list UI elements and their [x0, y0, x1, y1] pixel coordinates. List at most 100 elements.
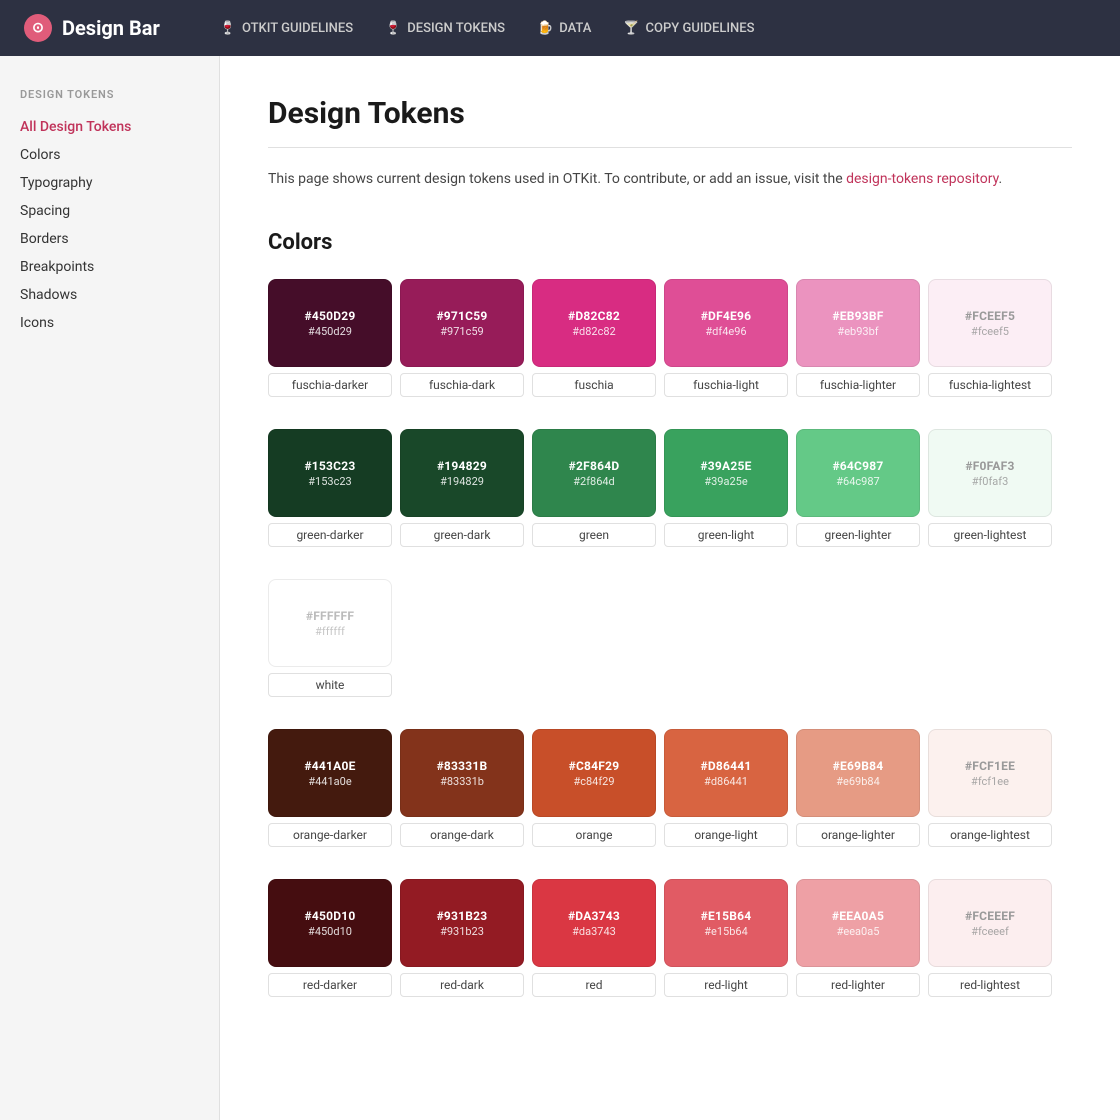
color-item-orange-lightest: #FCF1EE #fcf1ee orange-lightest: [928, 729, 1052, 847]
color-swatch-row-white: #FFFFFF#ffffffwhite: [268, 579, 1072, 697]
swatch-hex-lower-red-light: #e15b64: [704, 925, 748, 938]
nav-item-guidelines[interactable]: 🍷 OTKIT GUIDELINES: [208, 15, 365, 42]
swatch-hex-lower-fuschia-lightest: #fceef5: [971, 325, 1009, 338]
title-divider: [268, 147, 1072, 148]
color-label-orange-lighter: orange-lighter: [796, 823, 920, 847]
color-item-green-lighter: #64C987#64c987 green-lighter: [796, 429, 920, 547]
color-swatch-row-red: #450D10#450d10red-darker#931B23#931b23 re…: [268, 879, 1072, 997]
color-swatch-green-lighter: #64C987#64c987: [796, 429, 920, 517]
color-swatch-green: #2F864D#2f864d: [532, 429, 656, 517]
swatch-hex-upper-red: #DA3743: [568, 909, 620, 923]
color-swatch-green-darker: #153C23#153c23: [268, 429, 392, 517]
nav-item-data[interactable]: 🍺 DATA: [525, 15, 603, 42]
swatch-hex-lower-orange: #c84f29: [573, 775, 614, 788]
swatch-hex-upper-fuschia-lightest: #FCEEF5: [965, 309, 1015, 323]
color-item-fuschia-darker: #450D29#450d29fuschia-darker: [268, 279, 392, 397]
color-label-red-darker: red-darker: [268, 973, 392, 997]
swatch-hex-upper-green-light: #39A25E: [700, 459, 751, 473]
tokens-label: DESIGN TOKENS: [407, 21, 505, 36]
swatch-hex-upper-red-lighter: #EEA0A5: [832, 909, 884, 923]
color-item-orange-darker: #441A0E#441a0e orange-darker: [268, 729, 392, 847]
color-label-green-lightest: green-lightest: [928, 523, 1052, 547]
swatch-hex-lower-red-dark: #931b23: [440, 925, 484, 938]
color-label-red-lighter: red-lighter: [796, 973, 920, 997]
color-swatch-orange-darker: #441A0E#441a0e: [268, 729, 392, 817]
color-item-green-dark: #194829#194829green-dark: [400, 429, 524, 547]
layout: DESIGN TOKENS All Design Tokens Colors T…: [0, 56, 1120, 1120]
data-emoji: 🍺: [537, 21, 553, 36]
nav-item-copy[interactable]: 🍸 COPY GUIDELINES: [611, 15, 766, 42]
color-group-green: #153C23#153c23 green-darker #194829#194829…: [268, 429, 1072, 547]
color-swatch-green-lightest: #F0FAF3#f0faf3: [928, 429, 1052, 517]
tokens-emoji: 🍷: [385, 21, 401, 36]
swatch-hex-upper-green: #2F864D: [569, 459, 620, 473]
swatch-hex-upper-white: #FFFFFF: [306, 609, 354, 623]
color-item-white: #FFFFFF#ffffffwhite: [268, 579, 392, 697]
color-swatch-green-dark: #194829#194829: [400, 429, 524, 517]
color-label-fuschia-darker: fuschia-darker: [268, 373, 392, 397]
copy-label: COPY GUIDELINES: [646, 21, 755, 36]
swatch-hex-lower-red: #da3743: [572, 925, 616, 938]
color-label-green-lighter: green-lighter: [796, 523, 920, 547]
swatch-hex-lower-fuschia-lighter: #eb93bf: [837, 325, 878, 338]
color-label-orange-darker: orange-darker: [268, 823, 392, 847]
color-label-fuschia: fuschia: [532, 373, 656, 397]
swatch-hex-upper-red-light: #E15B64: [701, 909, 752, 923]
sidebar-item-all-tokens[interactable]: All Design Tokens: [20, 113, 199, 141]
color-swatch-red-lightest: #FCEEEF#fceeef: [928, 879, 1052, 967]
sidebar: DESIGN TOKENS All Design Tokens Colors T…: [0, 56, 220, 1120]
color-item-fuschia-light: #DF4E96#df4e96 fuschia-light: [664, 279, 788, 397]
color-swatch-red-light: #E15B64 #e15b64: [664, 879, 788, 967]
color-label-fuschia-dark: fuschia-dark: [400, 373, 524, 397]
swatch-hex-lower-orange-lightest: #fcf1ee: [971, 775, 1009, 788]
swatch-hex-upper-orange: #C84F29: [569, 759, 620, 773]
description-link[interactable]: design-tokens repository: [846, 171, 998, 187]
swatch-hex-lower-fuschia-darker: #450d29: [308, 325, 352, 338]
sidebar-item-shadows[interactable]: Shadows: [20, 281, 199, 309]
main-content: Design Tokens This page shows current de…: [220, 56, 1120, 1120]
color-item-red-lighter: #EEA0A5#eea0a5red-lighter: [796, 879, 920, 997]
color-label-fuschia-light: fuschia-light: [664, 373, 788, 397]
swatch-hex-upper-orange-dark: #83331B: [437, 759, 488, 773]
top-nav: ⊙ Design Bar 🍷 OTKIT GUIDELINES 🍷 DESIGN…: [0, 0, 1120, 56]
color-label-green-darker: green-darker: [268, 523, 392, 547]
color-swatch-red-dark: #931B23#931b23: [400, 879, 524, 967]
color-swatch-fuschia-light: #DF4E96#df4e96: [664, 279, 788, 367]
color-item-orange-dark: #83331B#83331borange-dark: [400, 729, 524, 847]
nav-item-tokens[interactable]: 🍷 DESIGN TOKENS: [373, 15, 517, 42]
swatch-hex-upper-orange-lightest: #FCF1EE: [965, 759, 1015, 773]
guidelines-label: OTKIT GUIDELINES: [242, 21, 353, 36]
color-item-red-light: #E15B64#e15b64red-light: [664, 879, 788, 997]
color-group-white: #FFFFFF#ffffffwhite: [268, 579, 1072, 697]
sidebar-item-breakpoints[interactable]: Breakpoints: [20, 253, 199, 281]
swatch-hex-upper-fuschia-dark: #971C59: [436, 309, 487, 323]
sidebar-item-borders[interactable]: Borders: [20, 225, 199, 253]
sidebar-item-icons[interactable]: Icons: [20, 309, 199, 337]
swatch-hex-upper-red-lightest: #FCEEEF: [965, 909, 1015, 923]
color-item-red-darker: #450D10#450d10red-darker: [268, 879, 392, 997]
color-swatch-red: #DA3743 #da3743: [532, 879, 656, 967]
color-item-green-lightest: #F0FAF3#f0faf3 green-lightest: [928, 429, 1052, 547]
color-label-red: red: [532, 973, 656, 997]
color-item-red-lightest: #FCEEEF#fceeefred-lightest: [928, 879, 1052, 997]
description-start: This page shows current design tokens us…: [268, 171, 846, 187]
color-swatch-orange-light: #D86441#d86441: [664, 729, 788, 817]
logo[interactable]: ⊙ Design Bar: [24, 14, 160, 42]
color-label-fuschia-lighter: fuschia-lighter: [796, 373, 920, 397]
page-description: This page shows current design tokens us…: [268, 168, 1072, 190]
color-group-fuschia: #450D29#450d29fuschia-darker#971C59#971c…: [268, 279, 1072, 397]
sidebar-item-spacing[interactable]: Spacing: [20, 197, 199, 225]
swatch-hex-upper-green-darker: #153C23: [304, 459, 355, 473]
color-label-white: white: [268, 673, 392, 697]
swatch-hex-upper-green-lighter: #64C987: [832, 459, 883, 473]
color-swatch-orange-lighter: #E69B84#e69b84: [796, 729, 920, 817]
color-item-fuschia-lightest: #FCEEF5#fceef5fuschia-lightest: [928, 279, 1052, 397]
swatch-hex-upper-fuschia-light: #DF4E96: [701, 309, 752, 323]
color-label-orange-lightest: orange-lightest: [928, 823, 1052, 847]
swatch-hex-lower-green-dark: #194829: [440, 475, 484, 488]
logo-text: Design Bar: [62, 16, 160, 40]
swatch-hex-upper-fuschia-lighter: #EB93BF: [832, 309, 883, 323]
sidebar-item-typography[interactable]: Typography: [20, 169, 199, 197]
sidebar-item-colors[interactable]: Colors: [20, 141, 199, 169]
color-item-red: #DA3743 #da3743 red: [532, 879, 656, 997]
